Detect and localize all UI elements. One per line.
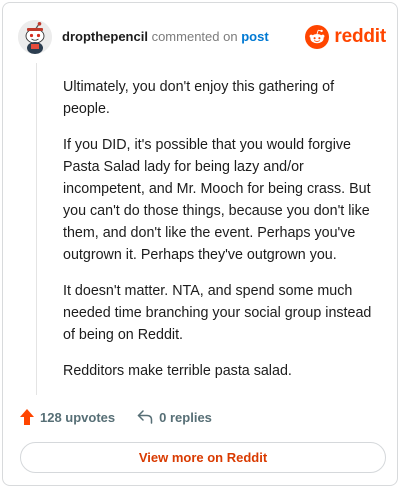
upvote-button[interactable]: 128 upvotes [20, 409, 115, 425]
comment-body: Ultimately, you don't enjoy this gatheri… [63, 76, 381, 396]
upvote-arrow-icon [20, 409, 34, 425]
user-avatar[interactable] [18, 20, 52, 54]
comment-paragraph: It doesn't matter. NTA, and spend some m… [63, 283, 372, 343]
reply-count: 0 replies [159, 409, 212, 425]
reddit-snoo-icon [305, 25, 330, 49]
replies-button[interactable]: 0 replies [137, 410, 212, 425]
username-link[interactable]: dropthepencil [62, 29, 148, 44]
avatar-snoo-icon [18, 20, 52, 54]
thread-line [36, 63, 37, 395]
commented-on-text: commented on [151, 29, 238, 44]
reddit-brand-link[interactable]: reddit [305, 24, 386, 50]
comment-byline: dropthepencil commented on post [62, 29, 269, 45]
view-more-button[interactable]: View more on Reddit [20, 442, 386, 473]
comment-paragraph: Redditors make terrible pasta salad. [63, 363, 292, 379]
comment-header: dropthepencil commented on post reddit [18, 20, 386, 54]
reddit-wordmark: reddit [334, 26, 386, 47]
comment-paragraph: Ultimately, you don't enjoy this gatheri… [63, 79, 335, 117]
upvote-count: 128 upvotes [40, 409, 116, 425]
post-link[interactable]: post [241, 29, 268, 44]
reply-arrow-icon [137, 410, 153, 424]
comment-paragraph: If you DID, it's possible that you would… [63, 137, 371, 263]
reddit-comment-embed: dropthepencil commented on post reddit U… [2, 2, 398, 486]
comment-actions: 128 upvotes 0 replies [20, 407, 212, 427]
